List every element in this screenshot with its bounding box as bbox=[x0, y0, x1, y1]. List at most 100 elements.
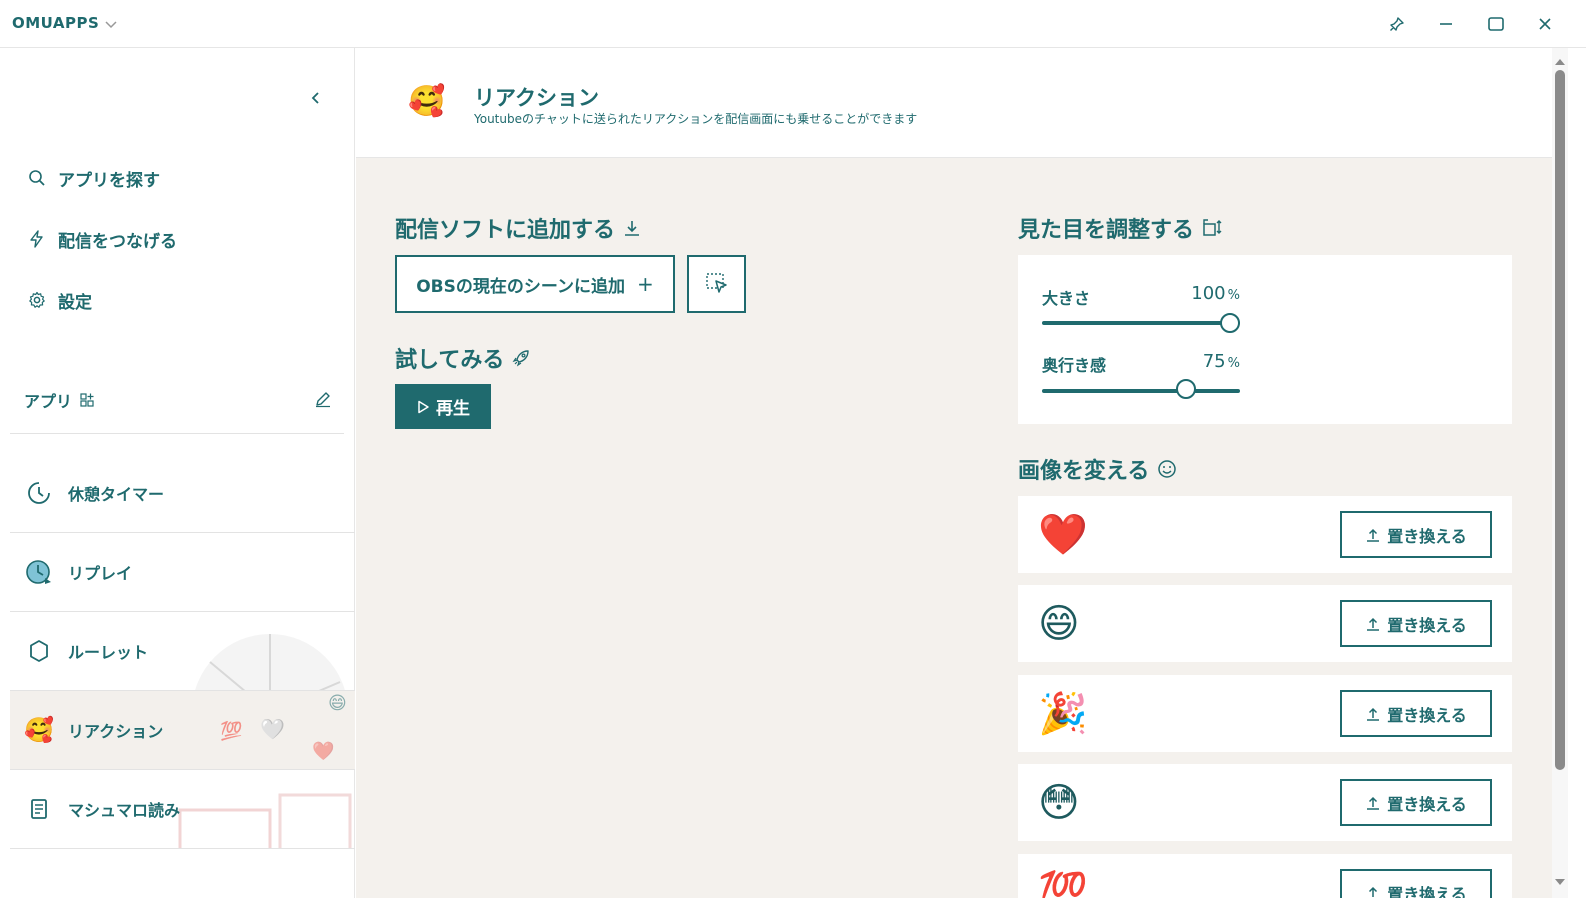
scroll-down-icon[interactable] bbox=[1554, 872, 1566, 891]
heart-emoji: ❤️ bbox=[1038, 512, 1088, 558]
chevron-left-icon[interactable] bbox=[306, 88, 326, 108]
pin-icon[interactable] bbox=[1387, 14, 1407, 34]
select-cursor-icon bbox=[705, 273, 727, 293]
replace-button[interactable]: 置き換える bbox=[1340, 511, 1492, 558]
app-item-label: 休憩タイマー bbox=[68, 485, 165, 504]
flushed-emoji: 😳 bbox=[1038, 780, 1080, 826]
appearance-section-label: 見た目を調整する bbox=[1018, 218, 1195, 243]
reaction-emoji-icon: 🥰 bbox=[24, 716, 54, 744]
edit-icon[interactable] bbox=[314, 390, 332, 412]
depth-value-number: 75 bbox=[1202, 351, 1226, 372]
search-icon bbox=[29, 170, 45, 186]
play-button[interactable]: 再生 bbox=[395, 384, 491, 429]
add-section-label: 配信ソフトに追加する bbox=[395, 218, 616, 243]
roulette-decoration bbox=[195, 634, 345, 690]
image-row: 😳 置き換える bbox=[1018, 764, 1512, 841]
smile-decoration: 😄 bbox=[328, 693, 347, 714]
images-section-label: 画像を変える bbox=[1018, 459, 1150, 484]
image-row: 💯 置き換える bbox=[1018, 854, 1512, 898]
upload-icon bbox=[1367, 796, 1380, 810]
app-name[interactable]: OMUAPPS bbox=[12, 14, 99, 32]
hundred-points-decoration: 💯 bbox=[220, 721, 243, 742]
image-row: 🎉 置き換える bbox=[1018, 675, 1512, 752]
size-value: 100% bbox=[1190, 283, 1240, 304]
timer-icon bbox=[24, 478, 54, 508]
replace-label: 置き換える bbox=[1387, 615, 1467, 635]
select-source-button[interactable] bbox=[687, 255, 746, 313]
plus-icon: + bbox=[637, 272, 654, 296]
chevron-down-icon[interactable] bbox=[104, 16, 118, 35]
app-item-roulette[interactable]: ルーレット bbox=[10, 612, 355, 691]
nav-connect-stream[interactable]: 配信をつなげる bbox=[28, 224, 177, 254]
image-row: 😄 置き換える bbox=[1018, 585, 1512, 662]
upload-icon bbox=[1367, 707, 1380, 721]
card-decoration bbox=[178, 793, 352, 848]
nav-label: アプリを探す bbox=[58, 170, 160, 191]
depth-value: 75% bbox=[1190, 351, 1240, 372]
size-label: 大きさ bbox=[1042, 289, 1091, 308]
size-value-unit: % bbox=[1227, 288, 1240, 303]
appearance-section-title: 見た目を調整する bbox=[1018, 212, 1224, 244]
adjust-size-icon bbox=[1203, 219, 1222, 236]
minimize-icon[interactable] bbox=[1436, 14, 1456, 34]
app-item-label: ルーレット bbox=[68, 643, 149, 662]
image-row: ❤️ 置き換える bbox=[1018, 496, 1512, 573]
app-item-label: リアクション bbox=[68, 722, 164, 741]
size-slider-track[interactable] bbox=[1042, 321, 1240, 325]
roulette-icon bbox=[24, 636, 54, 666]
gear-icon bbox=[29, 291, 45, 308]
download-icon bbox=[625, 221, 640, 236]
reaction-emoji-icon: 🥰 bbox=[408, 84, 446, 119]
upload-icon bbox=[1367, 617, 1380, 631]
try-section-label: 試してみる bbox=[395, 348, 505, 373]
images-section-title: 画像を変える bbox=[1018, 453, 1177, 485]
replace-label: 置き換える bbox=[1387, 884, 1467, 898]
sidebar: アプリを探す 配信をつなげる 設定 アプリ 休憩タイマー リプレイ ルーレット … bbox=[0, 48, 355, 898]
divider bbox=[10, 433, 344, 434]
try-section-title: 試してみる bbox=[395, 342, 530, 374]
replace-button[interactable]: 置き換える bbox=[1340, 869, 1492, 898]
heart-decoration: 🤍 bbox=[260, 717, 285, 741]
replace-button[interactable]: 置き換える bbox=[1340, 600, 1492, 647]
upload-icon bbox=[1367, 886, 1380, 898]
page-title: リアクション bbox=[474, 86, 599, 110]
document-icon bbox=[24, 794, 54, 824]
replace-label: 置き換える bbox=[1387, 794, 1467, 814]
size-value-number: 100 bbox=[1191, 283, 1226, 304]
scrollbar-thumb[interactable] bbox=[1555, 70, 1565, 770]
apps-grid-icon bbox=[80, 393, 94, 407]
hundred-points-emoji: 💯 bbox=[1038, 870, 1088, 898]
depth-slider-track[interactable] bbox=[1042, 389, 1240, 393]
nav-find-apps[interactable]: アプリを探す bbox=[28, 163, 160, 193]
replace-button[interactable]: 置き換える bbox=[1340, 690, 1492, 737]
depth-slider-thumb[interactable] bbox=[1176, 379, 1196, 399]
replace-label: 置き換える bbox=[1387, 526, 1467, 546]
add-section-title: 配信ソフトに追加する bbox=[395, 212, 641, 244]
app-item-marshmallow[interactable]: マシュマロ読み bbox=[10, 770, 355, 849]
replace-label: 置き換える bbox=[1387, 705, 1467, 725]
size-slider-thumb[interactable] bbox=[1220, 313, 1240, 333]
app-item-reaction[interactable]: 💯 🤍 😄 ❤️ 🥰 リアクション bbox=[10, 691, 355, 770]
add-to-obs-button[interactable]: OBSの現在のシーンに追加 + bbox=[395, 255, 675, 313]
app-item-label: マシュマロ読み bbox=[68, 801, 181, 820]
app-item-replay[interactable]: リプレイ bbox=[10, 533, 355, 612]
nav-label: 配信をつなげる bbox=[58, 231, 177, 252]
smiley-icon bbox=[1158, 460, 1177, 478]
replace-button[interactable]: 置き換える bbox=[1340, 779, 1492, 826]
scroll-up-icon[interactable] bbox=[1554, 52, 1566, 71]
nav-settings[interactable]: 設定 bbox=[28, 285, 92, 315]
play-icon bbox=[418, 400, 429, 413]
close-icon[interactable] bbox=[1535, 14, 1555, 34]
upload-icon bbox=[1367, 528, 1380, 542]
depth-label: 奥行き感 bbox=[1042, 356, 1107, 375]
apps-section-header: アプリ bbox=[24, 388, 94, 412]
party-popper-emoji: 🎉 bbox=[1038, 691, 1088, 737]
nav-label: 設定 bbox=[58, 292, 92, 313]
main-content: 配信ソフトに追加する OBSの現在のシーンに追加 + 試してみる 再生 見た目を… bbox=[356, 158, 1552, 898]
maximize-icon[interactable] bbox=[1486, 14, 1506, 34]
depth-value-unit: % bbox=[1227, 356, 1240, 371]
page-header: 🥰 リアクション Youtubeのチャットに送られたリアクションを配信画面にも乗… bbox=[356, 48, 1552, 158]
app-item-break-timer[interactable]: 休憩タイマー bbox=[10, 454, 355, 533]
rocket-icon bbox=[512, 350, 530, 367]
page-subtitle: Youtubeのチャットに送られたリアクションを配信画面にも乗せることができます bbox=[474, 112, 918, 126]
